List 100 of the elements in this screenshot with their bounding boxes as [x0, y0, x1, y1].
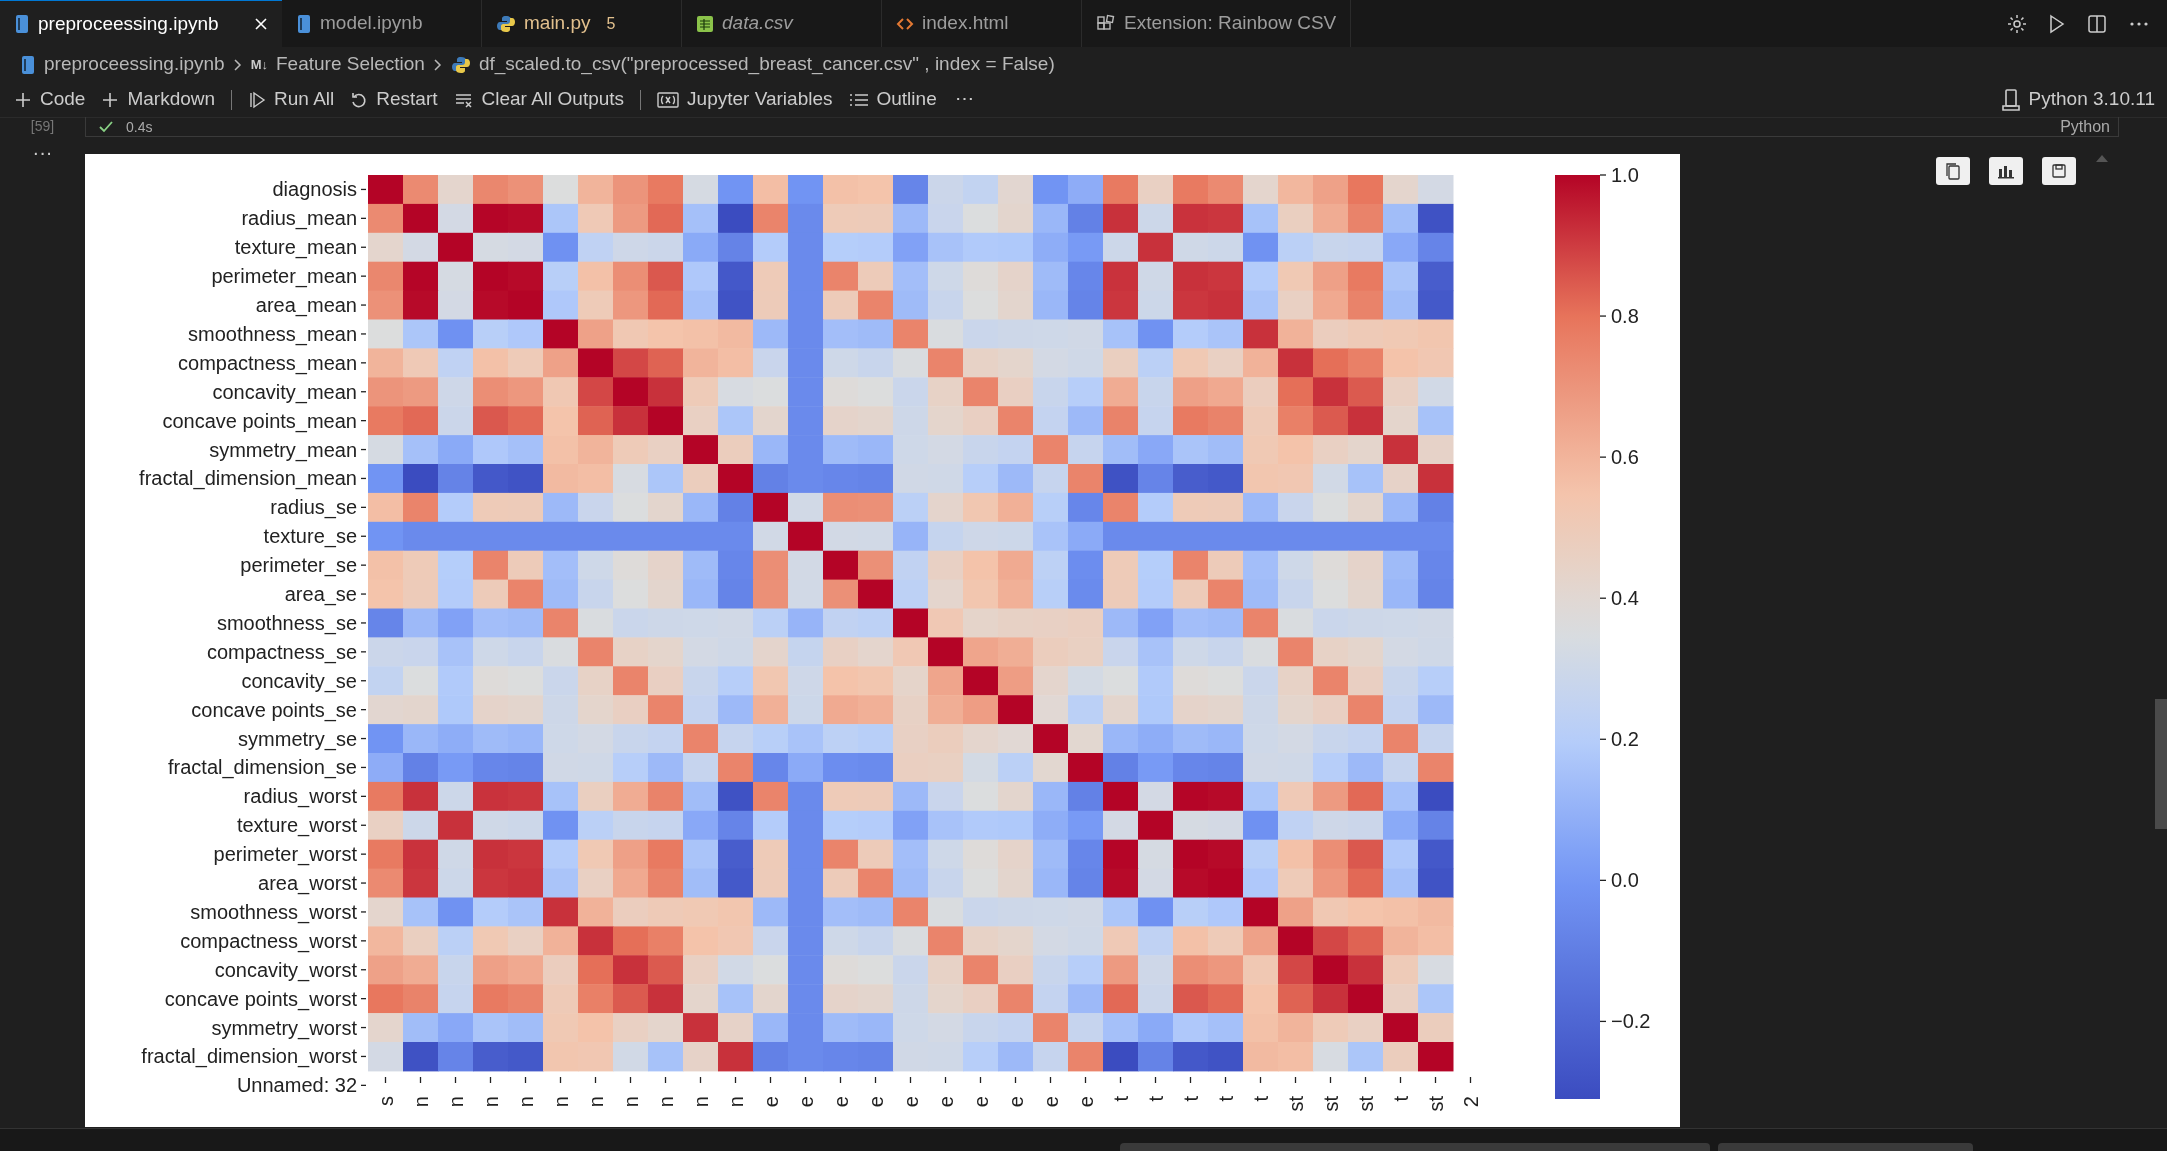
colorbar-tick-label: 1.0 [1611, 164, 1639, 186]
row-label: symmetry_worst [211, 1016, 357, 1039]
run-all-icon [248, 90, 267, 109]
column-label: t [1144, 1096, 1167, 1102]
save-button[interactable] [2042, 157, 2076, 185]
row-label: concave points_se [191, 698, 357, 721]
row-label: smoothness_mean [188, 322, 357, 345]
toolbar-button[interactable]: Clear All Outputs [447, 85, 631, 114]
run-icon[interactable] [2049, 13, 2065, 34]
python-icon [450, 54, 471, 75]
row-label: area_worst [258, 872, 357, 895]
column-label: e [899, 1096, 922, 1108]
column-label: t [1109, 1096, 1132, 1102]
column-label: n [444, 1096, 467, 1108]
notebook-icon [20, 54, 36, 75]
column-label: s [374, 1096, 397, 1106]
toolbar-button[interactable]: Markdown [95, 85, 222, 114]
split-editor-icon[interactable] [2087, 13, 2107, 34]
save-icon [2051, 163, 2067, 179]
column-label: e [1004, 1096, 1027, 1108]
row-label: compactness_se [206, 640, 357, 663]
kernel-picker[interactable]: Python 3.10.11 [2000, 85, 2155, 114]
server-icon [2000, 87, 2021, 112]
row-label: perimeter_worst [213, 843, 357, 866]
output-more-button[interactable]: ··· [32, 142, 53, 162]
chevron-icon [232, 57, 243, 72]
column-label: n [479, 1096, 502, 1108]
row-label: texture_se [263, 525, 357, 548]
toolbar-button[interactable]: Jupyter Variables [651, 85, 839, 114]
row-label: smoothness_worst [190, 900, 357, 923]
row-label: symmetry_se [238, 727, 357, 750]
row-label: radius_worst [243, 785, 357, 808]
column-label: n [409, 1096, 432, 1108]
column-label: n [654, 1096, 677, 1108]
breadcrumb-item[interactable]: preproceessing.ipynb [20, 50, 225, 79]
colorbar-tick-label: 0.4 [1611, 587, 1639, 610]
column-label: st [1319, 1096, 1342, 1112]
column-label: e [829, 1096, 852, 1108]
chart-button[interactable] [1989, 157, 2023, 185]
row-label: concave points_mean [162, 409, 357, 432]
scrollbar-thumb[interactable] [2155, 699, 2167, 829]
bar-chart-icon [1997, 163, 2015, 179]
language-label: Python [2060, 116, 2110, 137]
execution-count: [59] [30, 117, 55, 136]
toolbar-button[interactable]: Run All [242, 85, 341, 114]
row-label: perimeter_se [240, 554, 357, 577]
close-icon[interactable] [254, 17, 268, 31]
toolbar-button[interactable]: Outline [842, 85, 943, 114]
column-label: n [514, 1096, 537, 1108]
column-label: t [1389, 1096, 1412, 1102]
colorbar-tick-label: 0.8 [1611, 305, 1639, 328]
plus-icon [101, 90, 120, 109]
copy-button[interactable] [1936, 157, 1970, 185]
column-label: st [1354, 1096, 1377, 1112]
column-label: st [1284, 1096, 1307, 1112]
row-label: concavity_se [241, 669, 357, 692]
row-label: concavity_mean [212, 380, 357, 403]
column-label: t [1179, 1096, 1202, 1102]
column-label: n [549, 1096, 572, 1108]
column-label: n [619, 1096, 642, 1108]
column-label: e [969, 1096, 992, 1108]
row-label: radius_mean [241, 207, 357, 230]
column-label: e [864, 1096, 887, 1108]
editor-tab[interactable]: preproceessing.ipynb [0, 0, 282, 47]
problem-count: 5 [606, 13, 616, 34]
row-label: Unnamed: 32 [236, 1074, 357, 1097]
colorbar-tick-label: −0.2 [1611, 1010, 1651, 1033]
column-label: e [934, 1096, 957, 1108]
row-label: concave points_worst [164, 987, 357, 1010]
more-icon[interactable] [2129, 20, 2149, 27]
row-label: fractal_dimension_worst [141, 1045, 357, 1068]
column-label: e [759, 1096, 782, 1108]
copy-icon [1945, 162, 1961, 180]
row-label: texture_mean [234, 236, 357, 259]
settings-icon[interactable] [2007, 13, 2027, 34]
row-label: fractal_dimension_mean [139, 467, 357, 490]
breadcrumb-item[interactable]: M↓ Feature Selection [250, 50, 425, 79]
kernel-label: Python 3.10.11 [2028, 87, 2155, 112]
column-label: e [1074, 1096, 1097, 1108]
table-icon [696, 14, 714, 33]
colorbar-tick-label: 0.2 [1611, 728, 1639, 751]
column-label: t [1249, 1096, 1272, 1102]
row-label: area_se [284, 583, 357, 606]
breadcrumb-item[interactable]: df_scaled.to_csv("preprocessed_breast_cancer.csv" , index = False) [450, 50, 1055, 79]
column-label: n [689, 1096, 712, 1108]
notebook-icon [14, 14, 30, 34]
more-button[interactable]: ⋯ [946, 85, 982, 114]
column-label: n [584, 1096, 607, 1108]
execution-time: 0.4s [126, 117, 153, 137]
colorbar-tick-label: 0.6 [1611, 446, 1639, 469]
column-label: st [1424, 1096, 1447, 1112]
row-label: fractal_dimension_se [168, 756, 357, 779]
toolbar-button[interactable]: Code [8, 85, 92, 114]
plus-icon [14, 90, 32, 109]
toolbar-button[interactable]: Restart [344, 85, 444, 114]
notebook-icon [296, 13, 312, 34]
column-label: 2 [1459, 1096, 1482, 1108]
row-label: texture_worst [236, 814, 357, 837]
row-label: concavity_worst [214, 958, 357, 981]
column-label: t [1214, 1096, 1237, 1102]
